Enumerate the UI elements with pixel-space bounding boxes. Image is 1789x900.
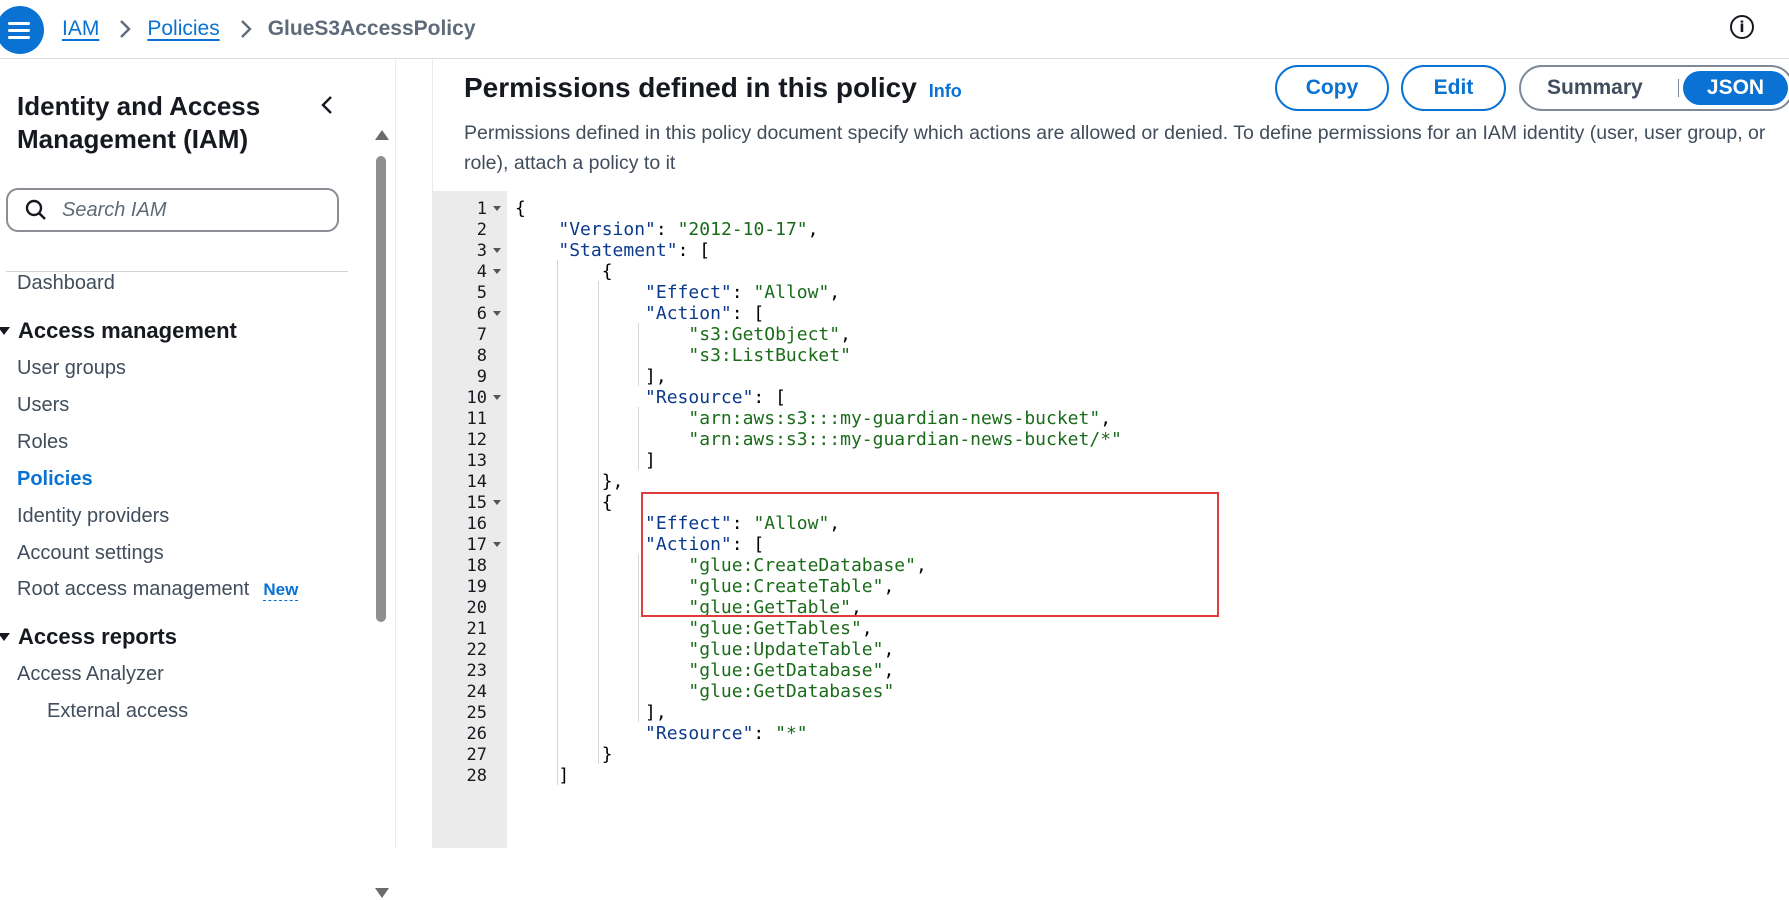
line-number: 28 <box>466 766 487 786</box>
new-badge: New <box>263 580 299 601</box>
search-field <box>6 188 339 232</box>
sidebar-item-dashboard[interactable]: Dashboard <box>17 272 115 295</box>
collapse-sidebar-icon[interactable] <box>316 93 340 117</box>
fold-caret-icon[interactable] <box>493 311 501 316</box>
sidebar-item-roles[interactable]: Roles <box>17 431 68 454</box>
code-line: 28 ] <box>433 764 1789 788</box>
breadcrumb-policies[interactable]: Policies <box>147 17 219 41</box>
page-title-text: Permissions defined in this policy <box>464 72 917 103</box>
sidebar-title: Identity and Access Management (IAM) <box>17 91 261 154</box>
copy-button[interactable]: Copy <box>1275 65 1389 111</box>
sidebar-item-label: Root access management <box>17 578 250 600</box>
edit-button[interactable]: Edit <box>1401 65 1506 111</box>
sidebar-item-identity-providers[interactable]: Identity providers <box>17 505 169 528</box>
scroll-down-icon[interactable] <box>375 888 389 898</box>
view-toggle: Summary JSON <box>1519 65 1789 111</box>
top-bar: IAM Policies GlueS3AccessPolicy i <box>0 0 1789 59</box>
info-icon[interactable]: i <box>1730 15 1754 39</box>
scroll-thumb[interactable] <box>376 156 386 622</box>
policy-description: Permissions defined in this policy docum… <box>464 122 1766 174</box>
info-link[interactable]: Info <box>929 81 962 102</box>
highlight-box <box>641 492 1219 617</box>
toggle-divider <box>1678 79 1679 97</box>
caret-down-icon <box>0 327 10 335</box>
json-toggle[interactable]: JSON <box>1683 71 1788 105</box>
sidebar-item-access-analyzer[interactable]: Access Analyzer <box>17 663 164 686</box>
sidebar-section-access-management[interactable]: Access management <box>0 318 237 344</box>
json-editor[interactable]: 1{2 "Version": "2012-10-17", 3 "Statement… <box>433 191 1789 848</box>
breadcrumb-iam[interactable]: IAM <box>62 17 99 41</box>
section-label: Access reports <box>18 624 177 649</box>
sidebar-item-account-settings[interactable]: Account settings <box>17 542 164 565</box>
sidebar-scrollbar[interactable] <box>372 130 389 900</box>
breadcrumb-current: GlueS3AccessPolicy <box>267 17 476 40</box>
fold-caret-icon[interactable] <box>493 248 501 253</box>
sidebar-section-access-reports[interactable]: Access reports <box>0 624 177 650</box>
main-content: Permissions defined in this policy Info … <box>432 60 1789 848</box>
sidebar: Identity and Access Management (IAM) Das… <box>0 60 396 898</box>
search-input[interactable] <box>60 197 324 223</box>
scroll-up-icon[interactable] <box>375 130 389 140</box>
sidebar-item-external-access[interactable]: External access <box>47 700 188 723</box>
line-text: ] <box>515 765 570 786</box>
chevron-right-icon <box>119 19 132 39</box>
sidebar-item-users[interactable]: Users <box>17 394 69 417</box>
fold-caret-icon[interactable] <box>493 206 501 211</box>
summary-toggle[interactable]: Summary <box>1547 67 1643 109</box>
sidebar-item-policies[interactable]: Policies <box>17 468 93 491</box>
section-label: Access management <box>18 318 237 343</box>
caret-down-icon <box>0 633 10 641</box>
fold-caret-icon[interactable] <box>493 500 501 505</box>
breadcrumb: IAM Policies GlueS3AccessPolicy <box>62 14 476 44</box>
sidebar-item-user-groups[interactable]: User groups <box>17 357 126 380</box>
menu-icon[interactable] <box>0 6 44 54</box>
sidebar-item-root-access-management[interactable]: Root access management New <box>17 578 299 601</box>
search-icon <box>25 199 46 220</box>
page-title: Permissions defined in this policy Info <box>464 72 962 104</box>
fold-caret-icon[interactable] <box>493 395 501 400</box>
chevron-right-icon <box>240 19 252 39</box>
fold-caret-icon[interactable] <box>493 542 501 547</box>
fold-caret-icon[interactable] <box>493 269 501 274</box>
